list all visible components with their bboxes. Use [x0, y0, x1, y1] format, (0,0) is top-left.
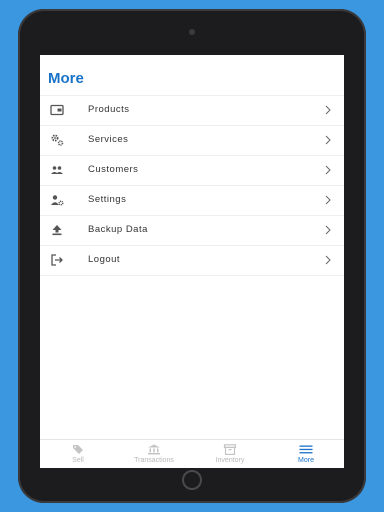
tab-transactions[interactable]: Transactions [116, 440, 192, 468]
archive-box-icon [223, 444, 237, 455]
more-menu-list: Products Services Customers Settings Bac… [40, 95, 344, 276]
menu-item-logout[interactable]: Logout [40, 246, 344, 276]
tag-icon [73, 445, 83, 454]
tab-inventory[interactable]: Inventory [192, 440, 268, 468]
chevron-right-icon [325, 255, 331, 265]
menu-item-label: Logout [88, 254, 121, 265]
tab-label: Transactions [134, 457, 174, 464]
user-gear-icon [50, 193, 64, 207]
tab-label: More [298, 457, 314, 464]
chevron-right-icon [325, 135, 331, 145]
home-button[interactable] [182, 470, 202, 490]
upload-icon [50, 223, 64, 237]
people-icon [50, 163, 64, 177]
menu-item-label: Products [88, 104, 130, 115]
tab-sell[interactable]: Sell [40, 440, 116, 468]
chevron-right-icon [325, 165, 331, 175]
wallet-icon [50, 103, 64, 117]
menu-item-settings[interactable]: Settings [40, 186, 344, 216]
menu-item-products[interactable]: Products [40, 96, 344, 126]
menu-item-label: Settings [88, 194, 127, 205]
chevron-right-icon [325, 225, 331, 235]
menu-item-services[interactable]: Services [40, 126, 344, 156]
bottom-tab-bar: Sell Transactions Inventory More [40, 439, 344, 468]
app-screen: More Products Services Customers Setting… [40, 55, 344, 468]
menu-item-backup-data[interactable]: Backup Data [40, 216, 344, 246]
menu-item-label: Services [88, 134, 129, 145]
logout-icon [50, 253, 64, 267]
tab-label: Inventory [215, 457, 245, 464]
menu-item-customers[interactable]: Customers [40, 156, 344, 186]
chevron-right-icon [325, 105, 331, 115]
chevron-right-icon [325, 195, 331, 205]
menu-item-label: Customers [88, 164, 139, 175]
page-title: More [48, 70, 84, 87]
tab-label: Sell [72, 457, 84, 464]
bank-icon [148, 444, 160, 455]
tablet-frame: More Products Services Customers Setting… [18, 9, 366, 503]
menu-item-label: Backup Data [88, 224, 148, 235]
gears-icon [50, 133, 64, 147]
menu-icon [299, 445, 313, 454]
tab-more[interactable]: More [268, 440, 344, 468]
camera-dot [189, 29, 195, 35]
